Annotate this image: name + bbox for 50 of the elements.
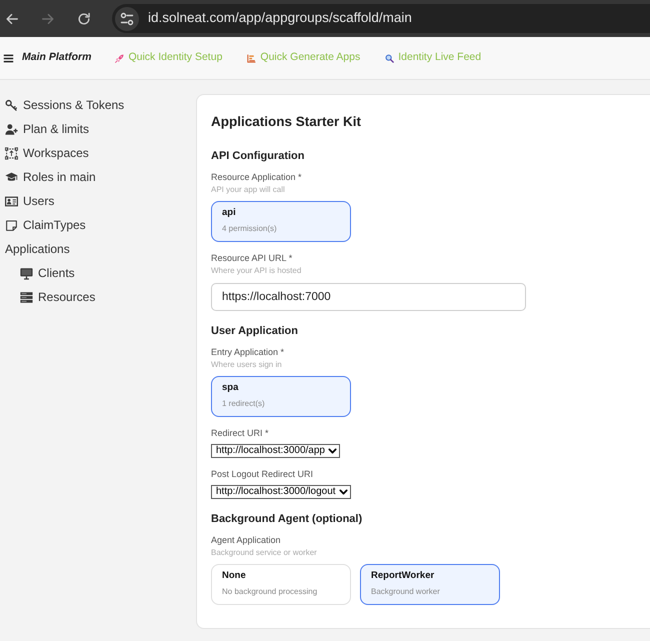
field-label: Entry Application * [211, 346, 284, 359]
url-input[interactable]: https://localhost:7000 [211, 283, 526, 311]
section-heading: Background Agent (optional) [211, 512, 362, 527]
sidebar-item[interactable]: Applications [5, 237, 190, 261]
sidebar-item[interactable]: Roles in main [5, 165, 190, 189]
graduation-cap-icon [5, 170, 18, 184]
back-arrow-icon[interactable] [5, 12, 19, 26]
dashed-frame-icon [5, 146, 18, 160]
field-hint: API your app will call [211, 184, 285, 195]
section-heading: User Application [211, 324, 298, 339]
note-icon [5, 218, 18, 232]
sidebar-item[interactable]: Workspaces [5, 141, 190, 165]
sidebar-item[interactable]: Resources [5, 285, 190, 309]
rocket-icon [115, 54, 124, 62]
sliders-icon[interactable] [115, 6, 139, 30]
address-bar[interactable]: id.solneat.com/app/appgroups/scaffold/main [112, 4, 650, 33]
field-hint: Where your API is hosted [211, 265, 302, 276]
dropdown-select[interactable]: http://localhost:3000/app [211, 444, 340, 458]
option-card[interactable]: None No background processing [211, 564, 351, 605]
user-plus-icon [5, 122, 18, 136]
key-icon [5, 98, 18, 112]
reload-icon[interactable] [77, 12, 91, 26]
app-title: Main Platform [22, 50, 92, 66]
option-card[interactable]: ReportWorker Background worker [360, 564, 500, 605]
monitor-icon [20, 266, 33, 280]
chevron-down-icon [328, 448, 337, 454]
field-label: Post Logout Redirect URI [211, 468, 314, 481]
sidebar-item[interactable]: Sessions & Tokens [5, 93, 190, 117]
field-hint: Where users sign in [211, 359, 282, 370]
id-card-icon [5, 194, 18, 208]
field-label: Agent Application [211, 534, 281, 547]
sidebar-item[interactable]: Clients [5, 261, 190, 285]
sidebar-item[interactable]: Plan & limits [5, 117, 190, 141]
server-icon [20, 290, 33, 304]
dropdown-select[interactable]: http://localhost:3000/logout [211, 485, 351, 499]
search-icon [385, 54, 394, 62]
field-hint: Background service or worker [211, 547, 317, 558]
sidebar-item[interactable]: Users [5, 189, 190, 213]
field-label: Resource Application * [211, 171, 302, 184]
bar-chart-icon [247, 54, 256, 62]
field-label: Redirect URI * [211, 427, 269, 440]
section-heading: API Configuration [211, 149, 304, 164]
url-text: id.solneat.com/app/appgroups/scaffold/main [148, 9, 412, 28]
field-label: Resource API URL * [211, 252, 292, 265]
chevron-down-icon [338, 489, 348, 495]
option-card[interactable]: api 4 permission(s) [211, 201, 351, 242]
sidebar-item[interactable]: ClaimTypes [5, 213, 190, 237]
menu-icon[interactable] [3, 52, 14, 64]
card-title: Applications Starter Kit [211, 113, 362, 131]
option-card[interactable]: spa 1 redirect(s) [211, 376, 351, 417]
